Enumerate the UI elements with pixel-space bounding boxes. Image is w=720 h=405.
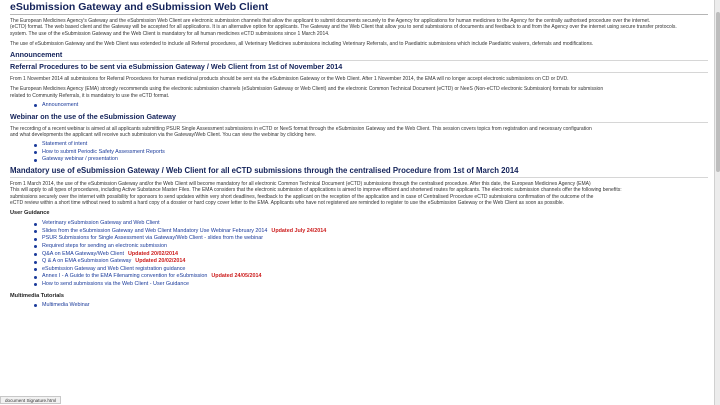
gateway-webinar-link[interactable]: Gateway webinar / presentation [42, 156, 118, 164]
bullet-icon [34, 151, 37, 155]
list-item: Gateway webinar / presentation [34, 156, 708, 164]
bullet-icon [34, 230, 37, 234]
list-item: Statement of intent [34, 141, 708, 149]
updated-badge: Updated 20/02/2014 [128, 250, 179, 257]
statement-of-intent-link[interactable]: Statement of intent [42, 141, 87, 149]
bullet-icon [34, 143, 37, 147]
guidance-link[interactable]: Annex I - A Guide to the EMA Filenaming … [42, 273, 207, 281]
webinar-heading: Webinar on the use of the eSubmission Ga… [10, 111, 177, 121]
list-item: PSUR Submissions for Single Assessment v… [34, 235, 708, 243]
list-item: eSubmission Gateway and Web Client regis… [34, 266, 708, 274]
guidance-link[interactable]: eSubmission Gateway and Web Client regis… [42, 266, 185, 274]
bullet-icon [34, 283, 37, 287]
guidance-link[interactable]: Q & A on EMA eSubmission Gateway [42, 258, 131, 266]
announcement-link[interactable]: Announcement [42, 102, 78, 110]
guidance-link[interactable]: PSUR Submissions for Single Assessment v… [42, 235, 263, 243]
list-item: Veterinary eSubmission Gateway and Web C… [34, 220, 708, 228]
page-content: eSubmission Gateway and eSubmission Web … [0, 0, 714, 405]
list-item: Q&A on EMA Gateway/Web Client Updated 20/… [34, 251, 708, 259]
mandatory-line-2: This will apply to all types of procedur… [10, 187, 622, 194]
scrollbar-thumb[interactable] [716, 12, 720, 172]
list-item: How to submit Periodic Safety Assessment… [34, 149, 708, 157]
page-title: eSubmission Gateway and eSubmission Web … [10, 0, 269, 13]
list-item: Required steps for sending an electronic… [34, 243, 708, 251]
intro-line-2: (eCTD) format. The web based client and … [10, 24, 677, 31]
divider [10, 121, 708, 123]
multimedia-heading: Multimedia Tutorials [10, 292, 64, 299]
updated-badge: Updated July 24/2014 [271, 227, 327, 234]
user-guidance-links: Veterinary eSubmission Gateway and Web C… [34, 220, 708, 288]
list-item: Announcement [34, 102, 708, 110]
multimedia-links: Multimedia Webinar [34, 302, 708, 310]
guidance-link[interactable]: Veterinary eSubmission Gateway and Web C… [42, 220, 160, 228]
guidance-link[interactable]: Required steps for sending an electronic… [42, 243, 167, 251]
bullet-icon [34, 158, 37, 162]
divider [10, 72, 708, 74]
bullet-icon [34, 237, 37, 241]
updated-badge: Updated 24/05/2014 [211, 273, 262, 280]
list-item: Q & A on EMA eSubmission Gateway Updated … [34, 258, 708, 266]
vertical-scrollbar[interactable] [714, 0, 720, 405]
psur-submit-link[interactable]: How to submit Periodic Safety Assessment… [42, 149, 165, 157]
updated-badge: Updated 20/02/2014 [135, 258, 186, 265]
list-item: How to send submissions via the Web Clie… [34, 281, 708, 289]
mandatory-heading: Mandatory use of eSubmission Gateway / W… [10, 166, 519, 176]
status-bar: document Signature.html [0, 396, 62, 404]
guidance-link[interactable]: Slides from the eSubmission Gateway and … [42, 228, 267, 236]
referral-links: Announcement [34, 102, 708, 110]
bullet-icon [34, 104, 37, 108]
announcement-heading: Announcement [10, 50, 63, 60]
divider [10, 14, 708, 15]
divider [10, 60, 708, 62]
webinar-links: Statement of intent How to submit Period… [34, 141, 708, 164]
title-bar: eSubmission Gateway and eSubmission Web … [10, 0, 708, 13]
bullet-icon [34, 275, 37, 279]
list-item: Multimedia Webinar [34, 302, 708, 310]
referral-heading: Referral Procedures to be sent via eSubm… [10, 62, 343, 72]
bullet-icon [34, 252, 37, 256]
guidance-link[interactable]: How to send submissions via the Web Clie… [42, 281, 189, 289]
user-guidance-heading: User Guidance [10, 210, 50, 217]
list-item: Slides from the eSubmission Gateway and … [34, 228, 708, 236]
bullet-icon [34, 268, 37, 272]
bullet-icon [34, 222, 37, 226]
bullet-icon [34, 245, 37, 249]
bullet-icon [34, 260, 37, 264]
guidance-link[interactable]: Q&A on EMA Gateway/Web Client [42, 251, 124, 259]
list-item: Annex I - A Guide to the EMA Filenaming … [34, 273, 708, 281]
divider [10, 177, 708, 179]
multimedia-webinar-link[interactable]: Multimedia Webinar [42, 302, 90, 310]
bullet-icon [34, 303, 37, 307]
